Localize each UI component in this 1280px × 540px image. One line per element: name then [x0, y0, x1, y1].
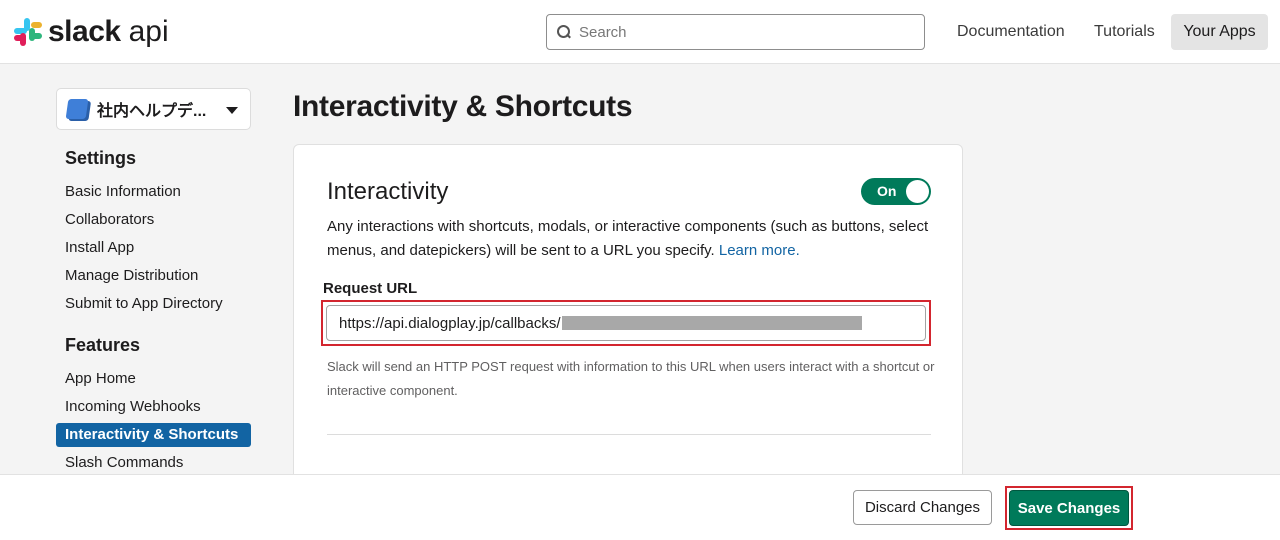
- logo-api-suffix: api: [128, 15, 169, 48]
- page-title: Interactivity & Shortcuts: [293, 90, 633, 123]
- sidebar-item-basic-information[interactable]: Basic Information: [56, 180, 251, 204]
- section-description: Any interactions with shortcuts, modals,…: [327, 215, 937, 263]
- sidebar-item-collaborators[interactable]: Collaborators: [56, 208, 251, 232]
- sidebar-item-interactivity-shortcuts[interactable]: Interactivity & Shortcuts: [56, 423, 251, 447]
- redacted-block: [561, 316, 862, 330]
- discard-changes-button[interactable]: Discard Changes: [853, 490, 992, 525]
- nav-tutorials[interactable]: Tutorials: [1094, 14, 1155, 50]
- search-icon: [557, 25, 571, 39]
- save-changes-button[interactable]: Save Changes: [1009, 490, 1129, 526]
- sidebar-item-slash-commands[interactable]: Slash Commands: [56, 451, 251, 475]
- app-icon: [65, 99, 89, 119]
- request-url-help: Slack will send an HTTP POST request wit…: [327, 359, 935, 398]
- sidebar-item-manage-distribution[interactable]: Manage Distribution: [56, 264, 251, 288]
- description-text: Any interactions with shortcuts, modals,…: [327, 218, 929, 259]
- sidebar-item-incoming-webhooks[interactable]: Incoming Webhooks: [56, 395, 251, 419]
- workspace-selector[interactable]: 社内ヘルプデ...: [56, 88, 251, 130]
- chevron-down-icon: [226, 107, 238, 114]
- action-footer: Discard Changes Save Changes: [0, 474, 1280, 540]
- request-url-label: Request URL: [323, 280, 418, 297]
- request-url-value: https://api.dialogplay.jp/callbacks/: [339, 314, 561, 332]
- settings-heading: Settings: [65, 148, 137, 168]
- interactivity-toggle[interactable]: On: [861, 178, 931, 205]
- sidebar-item-install-app[interactable]: Install App: [56, 236, 251, 260]
- search-box[interactable]: [546, 14, 925, 50]
- search-input[interactable]: [579, 23, 899, 41]
- features-heading: Features: [65, 335, 141, 355]
- request-url-highlight: https://api.dialogplay.jp/callbacks/: [321, 300, 931, 346]
- toggle-label: On: [877, 183, 897, 199]
- interactivity-card: Interactivity On Any interactions with s…: [293, 144, 963, 484]
- request-url-input[interactable]: https://api.dialogplay.jp/callbacks/: [326, 305, 926, 341]
- section-divider: [327, 434, 931, 435]
- workspace-name: 社内ヘルプデ...: [97, 103, 207, 120]
- sidebar-item-app-home[interactable]: App Home: [56, 367, 251, 391]
- slack-logo-icon: [14, 18, 42, 46]
- learn-more-link[interactable]: Learn more.: [719, 242, 800, 259]
- sidebar-item-submit-to-app-directory[interactable]: Submit to App Directory: [56, 292, 251, 316]
- top-bar: slack api Documentation Tutorials Your A…: [0, 0, 1280, 64]
- section-title: Interactivity: [327, 178, 449, 205]
- nav-documentation[interactable]: Documentation: [957, 14, 1065, 50]
- save-button-highlight: Save Changes: [1005, 486, 1133, 530]
- nav-your-apps[interactable]: Your Apps: [1171, 14, 1268, 50]
- slack-api-logo[interactable]: slack api: [14, 14, 169, 50]
- toggle-knob: [906, 180, 929, 203]
- logo-wordmark: slack: [48, 15, 121, 48]
